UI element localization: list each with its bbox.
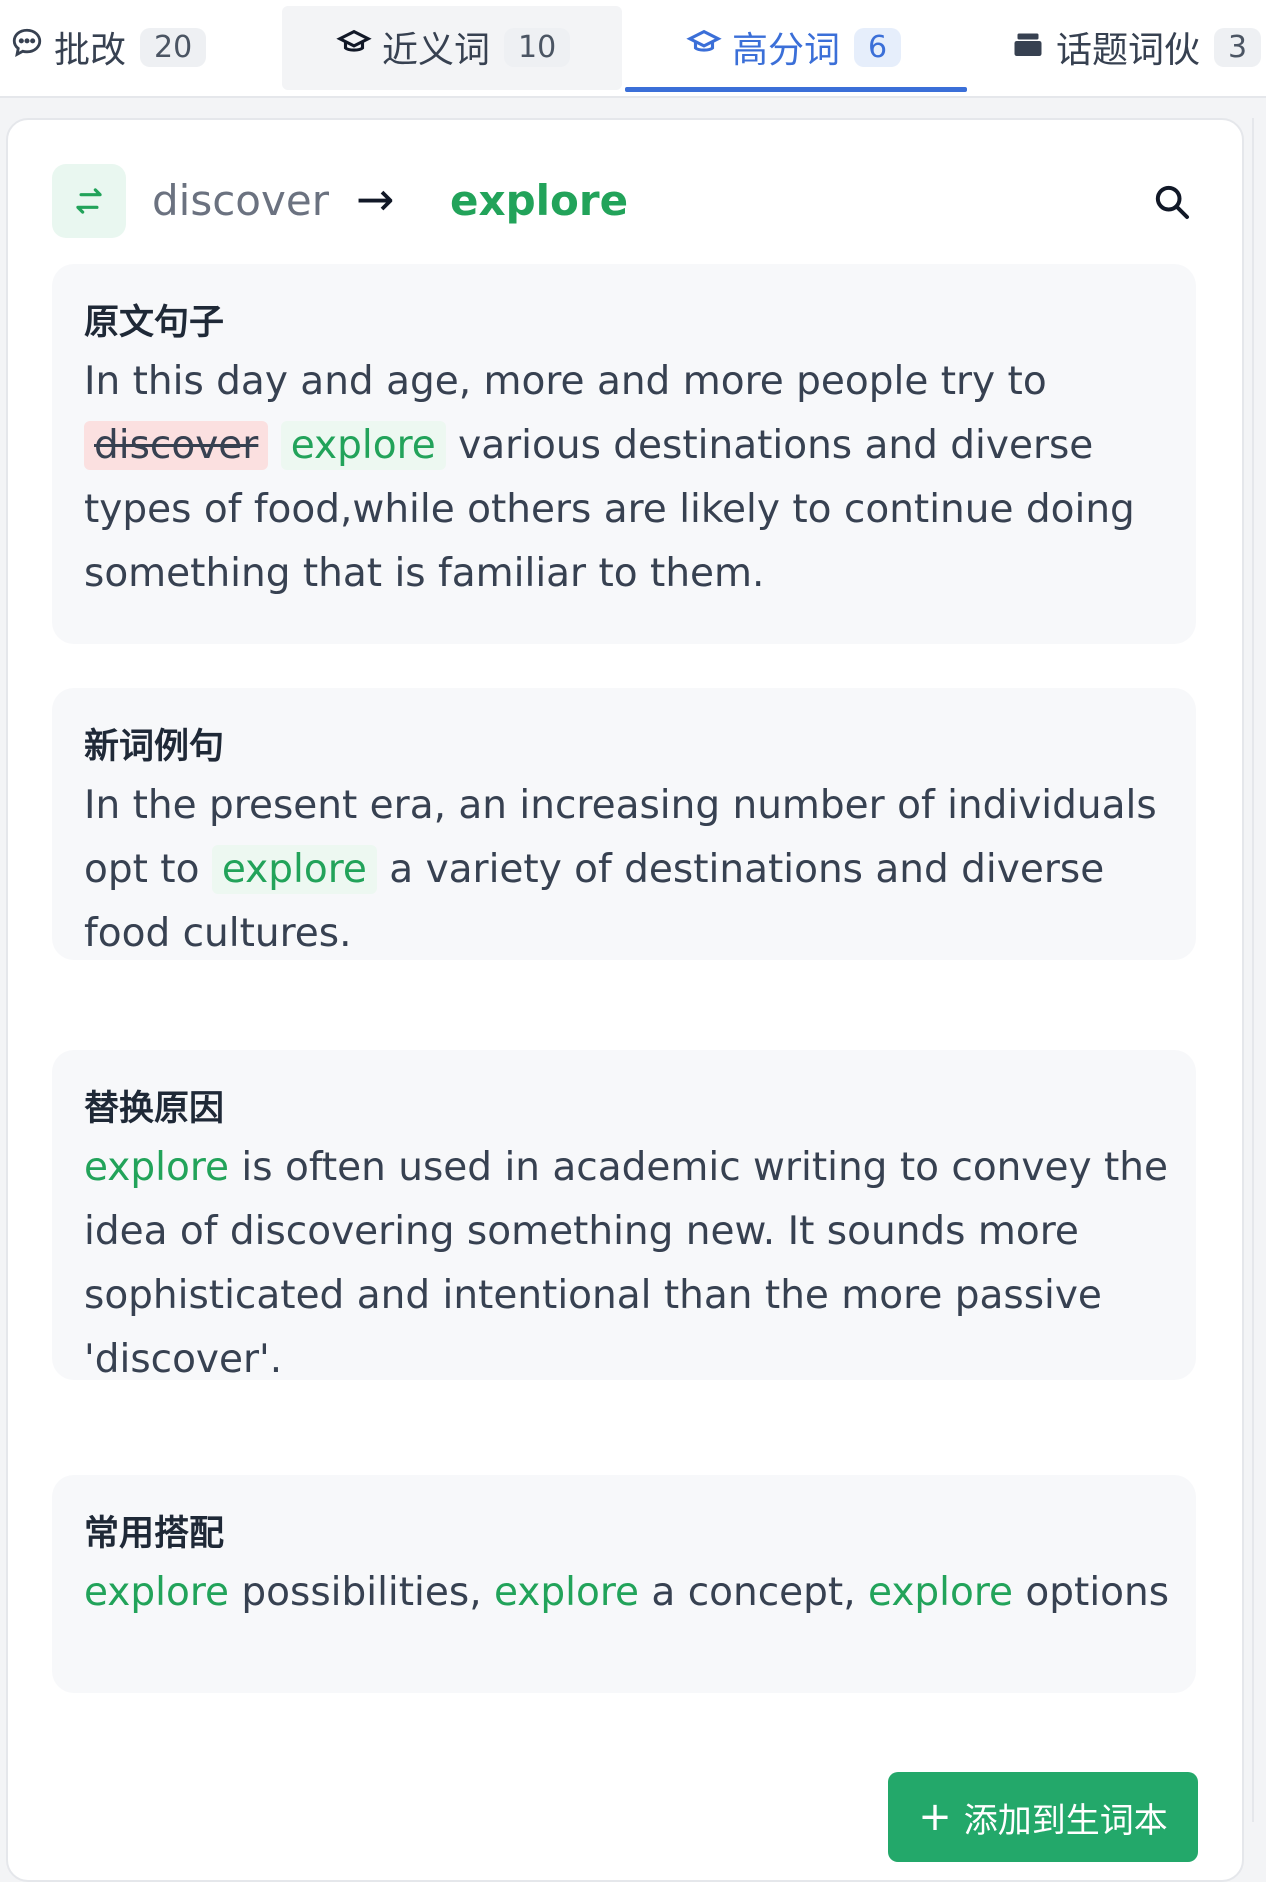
tab-count-badge: 20 [140,27,207,67]
collocation-word: explore [84,1570,230,1615]
tab-label: 话题词伙 [1056,30,1201,71]
highlighted-word: explore [84,1145,230,1190]
section-title: 常用搭配 [84,1514,225,1554]
reason-text: explore is often used in academic writin… [84,1136,1174,1392]
collocation-rest: options [1013,1570,1170,1615]
reason-section: 替换原因 explore is often used in academic w… [52,1050,1196,1382]
inserted-word: explore [280,421,446,470]
tab-bar: 批改 20 近义词 10 高分词 6 话题词伙 3 [0,0,1266,98]
section-title: 新词例句 [84,727,225,767]
original-sentence-text: In this day and age, more and more peopl… [84,350,1174,606]
active-tab-indicator [625,87,967,92]
collocation-rest: possibilities, [229,1570,494,1615]
tab-count-badge: 10 [504,27,571,67]
example-sentence-text: In the present era, an increasing number… [84,774,1174,966]
removed-word: discover [84,421,269,470]
scrollbar-track[interactable] [1252,118,1266,1822]
swap-icon [52,164,126,238]
collocation-rest: a concept, [639,1570,869,1615]
tab-count-badge: 6 [854,27,902,67]
collocations-section: 常用搭配 explore possibilities, explore a co… [52,1475,1196,1693]
tab-count-badge: 3 [1214,27,1262,67]
tab-topic-collocations[interactable]: 话题词伙 3 [1010,0,1262,94]
tab-label: 高分词 [732,30,841,71]
add-to-vocabulary-button[interactable]: + 添加到生词本 [888,1772,1198,1862]
word-replacement-header: discover → explore [52,164,1202,240]
section-title: 替换原因 [84,1089,225,1129]
original-word: discover [152,176,329,225]
graduation-cap-icon [686,26,722,69]
example-sentence-section: 新词例句 In the present era, an increasing n… [52,688,1196,960]
word-card: discover → explore 原文句子 In this day and … [6,118,1244,1882]
search-icon[interactable] [1152,182,1192,222]
replacement-word: explore [450,176,629,225]
collocations-text: explore possibilities, explore a concept… [84,1561,1174,1625]
highlighted-word: explore [211,845,377,894]
collocation-word: explore [868,1570,1014,1615]
add-button-label: 添加到生词本 [963,1800,1168,1841]
reason-body: is often used in academic writing to con… [84,1145,1168,1382]
tab-high-score-words[interactable]: 高分词 6 [686,0,902,94]
graduation-cap-icon [336,26,372,69]
collocation-word: explore [494,1570,640,1615]
arrow-icon: → [356,172,395,226]
plus-icon: + [918,1794,952,1840]
tab-synonyms[interactable]: 近义词 10 [336,0,571,94]
tab-label: 批改 [54,30,127,71]
original-sentence-section: 原文句子 In this day and age, more and more … [52,264,1196,644]
stack-icon [1010,27,1046,68]
tab-grading[interactable]: 批改 20 [10,0,207,94]
tab-label: 近义词 [382,30,491,71]
sentence-text: In this day and age, more and more peopl… [84,359,1047,404]
comment-icon [10,26,44,69]
section-title: 原文句子 [84,303,225,343]
